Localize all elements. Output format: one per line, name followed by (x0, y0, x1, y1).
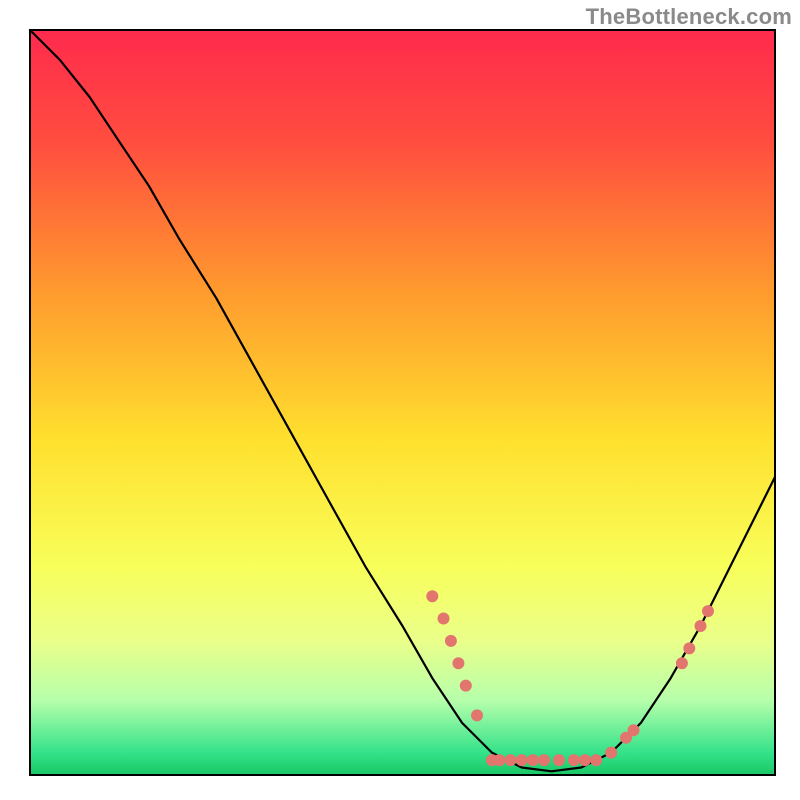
data-marker (628, 724, 640, 736)
data-marker (452, 657, 464, 669)
data-marker (426, 590, 438, 602)
data-marker (568, 754, 580, 766)
data-marker (460, 680, 472, 692)
data-marker (683, 642, 695, 654)
plot-background (30, 30, 775, 775)
data-marker (605, 747, 617, 759)
data-marker (516, 754, 528, 766)
data-marker (438, 613, 450, 625)
data-marker (590, 754, 602, 766)
data-marker (695, 620, 707, 632)
data-marker (553, 754, 565, 766)
data-marker (702, 605, 714, 617)
data-marker (493, 754, 505, 766)
bottleneck-chart (0, 0, 800, 800)
data-marker (538, 754, 550, 766)
data-marker (579, 754, 591, 766)
data-marker (505, 754, 517, 766)
watermark-text: TheBottleneck.com (586, 4, 792, 30)
data-marker (471, 709, 483, 721)
data-marker (527, 754, 539, 766)
chart-frame: TheBottleneck.com (0, 0, 800, 800)
data-marker (445, 635, 457, 647)
data-marker (676, 657, 688, 669)
